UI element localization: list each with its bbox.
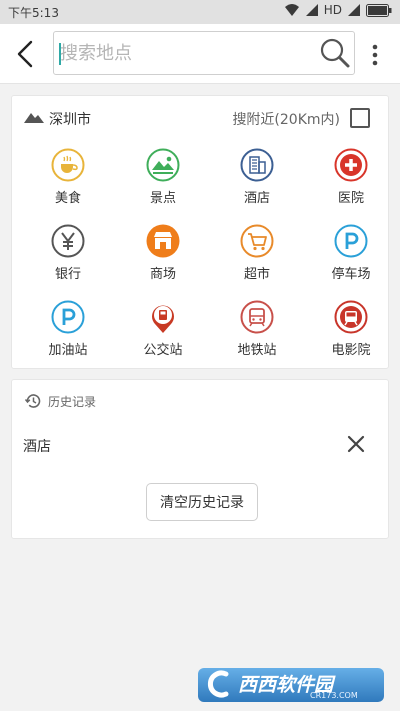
category-gas-station[interactable]: 加油站 xyxy=(21,300,115,370)
history-clock-icon xyxy=(24,394,41,408)
category-label: 酒店 xyxy=(243,191,270,206)
history-item[interactable]: 酒店 xyxy=(23,436,51,456)
battery-icon xyxy=(366,3,392,17)
category-label: 电影院 xyxy=(331,343,371,358)
status-time: 下午5:13 xyxy=(8,6,59,20)
category-hospital[interactable]: 医院 xyxy=(304,148,398,218)
scenery-icon xyxy=(146,148,180,182)
category-label: 停车场 xyxy=(331,267,371,282)
category-food[interactable]: 美食 xyxy=(21,148,115,218)
category-label: 商场 xyxy=(149,267,176,282)
city-name[interactable]: 深圳市 xyxy=(49,109,91,129)
history-card: 历史记录 酒店 清空历史记录 xyxy=(11,379,389,539)
hotel-icon xyxy=(240,148,274,182)
category-card: 深圳市 搜附近(20Km内) 美食 景点 酒店 医院 银行 商场 超市 停车场 … xyxy=(11,95,389,369)
network-type: HD xyxy=(323,3,342,17)
category-label: 地铁站 xyxy=(237,343,277,358)
history-title: 历史记录 xyxy=(48,394,97,409)
watermark-logo: 西西软件园 CR173.COM xyxy=(198,664,384,704)
mountain-icon[interactable] xyxy=(24,110,44,124)
category-label: 景点 xyxy=(149,191,176,206)
parking-icon xyxy=(334,224,368,258)
search-icon[interactable] xyxy=(318,36,352,70)
category-parking[interactable]: 停车场 xyxy=(304,224,398,294)
bank-icon xyxy=(51,224,85,258)
category-hotel[interactable]: 酒店 xyxy=(210,148,304,218)
search-input[interactable] xyxy=(58,36,320,70)
cinema-icon xyxy=(334,300,368,334)
more-options-icon[interactable] xyxy=(364,42,386,68)
text-cursor xyxy=(59,43,61,65)
watermark-c-icon xyxy=(207,670,229,698)
food-icon xyxy=(51,148,85,182)
category-label: 加油站 xyxy=(48,343,88,358)
category-label: 银行 xyxy=(54,267,81,282)
signal-icon xyxy=(305,4,318,16)
back-arrow-icon[interactable] xyxy=(10,36,44,72)
header xyxy=(0,24,400,84)
close-icon[interactable] xyxy=(346,434,366,454)
subway-icon xyxy=(240,300,274,334)
city-row: 深圳市 搜附近(20Km内) xyxy=(12,96,388,140)
gas-station-icon xyxy=(51,300,85,334)
category-subway[interactable]: 地铁站 xyxy=(210,300,304,370)
nearby-checkbox[interactable] xyxy=(350,108,370,128)
category-label: 医院 xyxy=(337,191,364,206)
category-cinema[interactable]: 电影院 xyxy=(304,300,398,370)
clear-history-button[interactable]: 清空历史记录 xyxy=(146,483,258,521)
signal-icon-2 xyxy=(348,4,360,16)
supermarket-icon xyxy=(240,224,274,258)
category-label: 超市 xyxy=(243,267,270,282)
status-icons: HD xyxy=(284,3,392,17)
category-supermarket[interactable]: 超市 xyxy=(210,224,304,294)
nearby-label: 搜附近(20Km内) xyxy=(232,112,340,128)
category-label: 美食 xyxy=(54,191,81,206)
category-bus-stop[interactable]: 公交站 xyxy=(116,300,210,370)
category-scenery[interactable]: 景点 xyxy=(116,148,210,218)
mall-icon xyxy=(146,224,180,258)
wifi-icon xyxy=(284,4,299,16)
category-label: 公交站 xyxy=(143,343,183,358)
history-header: 历史记录 xyxy=(24,392,96,410)
watermark-subtext: CR173.COM xyxy=(310,691,358,700)
search-box[interactable] xyxy=(53,31,355,75)
status-bar: 下午5:13 HD xyxy=(0,0,400,24)
bus-stop-icon xyxy=(152,305,174,333)
category-mall[interactable]: 商场 xyxy=(116,224,210,294)
hospital-icon xyxy=(334,148,368,182)
category-bank[interactable]: 银行 xyxy=(21,224,115,294)
